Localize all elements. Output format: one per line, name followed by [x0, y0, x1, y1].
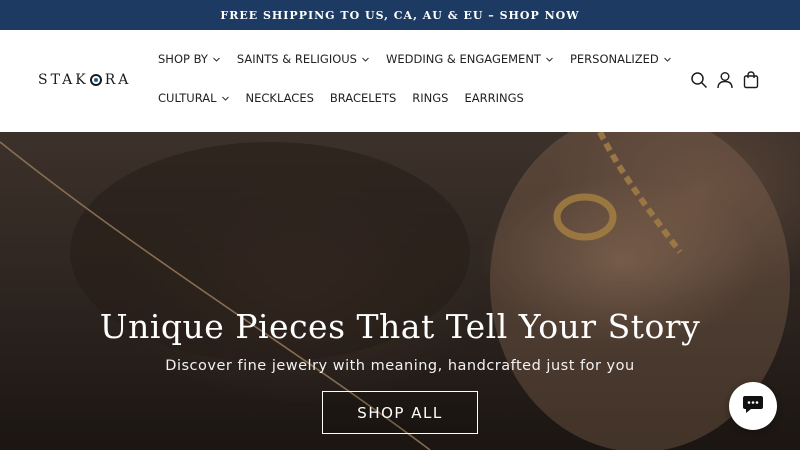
hero-subtitle: Discover fine jewelry with meaning, hand… [165, 358, 635, 374]
announcement-text[interactable]: FREE SHIPPING TO US, CA, AU & EU – SHOP … [220, 9, 579, 22]
nav-item-bracelets[interactable]: BRACELETS [330, 91, 396, 105]
logo[interactable]: STAK RA [38, 71, 131, 89]
announcement-bar[interactable]: FREE SHIPPING TO US, CA, AU & EU – SHOP … [0, 0, 800, 30]
chevron-down-icon [361, 55, 370, 64]
nav-item-shop-by[interactable]: SHOP BY [158, 52, 221, 66]
main-nav-row-2: CULTURAL NECKLACES BRACELETS RINGS EARRI… [158, 91, 540, 105]
nav-item-label: PERSONALIZED [569, 52, 659, 66]
chat-launcher-button[interactable] [729, 382, 777, 430]
nav-item-personalized[interactable]: PERSONALIZED [570, 52, 672, 66]
shop-all-button[interactable]: SHOP ALL [322, 391, 478, 434]
nav-item-label: SAINTS & RELIGIOUS [236, 52, 357, 66]
chevron-down-icon [663, 55, 672, 64]
logo-text-left: STAK [38, 72, 89, 88]
account-icon[interactable] [716, 70, 734, 90]
nav-item-label: BRACELETS [329, 91, 397, 105]
nav-item-rings[interactable]: RINGS [412, 91, 448, 105]
nav-item-label: RINGS [412, 91, 449, 105]
nav-item-saints-religious[interactable]: SAINTS & RELIGIOUS [237, 52, 370, 66]
evil-eye-icon [89, 74, 102, 86]
main-nav-row-1: SHOP BY SAINTS & RELIGIOUS WEDDING & ENG… [158, 52, 688, 66]
cart-icon[interactable] [742, 70, 760, 90]
hero-title: Unique Pieces That Tell Your Story [99, 307, 701, 346]
nav-item-wedding-engagement[interactable]: WEDDING & ENGAGEMENT [386, 52, 554, 66]
header-icons [690, 70, 760, 90]
site-header: STAK RA SHOP BY SAINTS & RELIGIOUS WEDDI… [0, 30, 800, 132]
nav-item-cultural[interactable]: CULTURAL [158, 91, 230, 105]
nav-item-earrings[interactable]: EARRINGS [464, 91, 523, 105]
chat-icon [741, 393, 765, 420]
nav-item-label: EARRINGS [464, 91, 524, 105]
nav-item-label: SHOP BY [158, 52, 208, 66]
hero-banner: Unique Pieces That Tell Your Story Disco… [0, 132, 800, 450]
nav-item-label: NECKLACES [245, 91, 314, 105]
chevron-down-icon [221, 94, 230, 103]
search-icon[interactable] [690, 70, 708, 90]
chevron-down-icon [545, 55, 554, 64]
nav-item-necklaces[interactable]: NECKLACES [246, 91, 314, 105]
nav-item-label: CULTURAL [158, 91, 217, 105]
chevron-down-icon [212, 55, 221, 64]
logo-text-right: RA [104, 72, 132, 88]
nav-item-label: WEDDING & ENGAGEMENT [385, 52, 541, 66]
